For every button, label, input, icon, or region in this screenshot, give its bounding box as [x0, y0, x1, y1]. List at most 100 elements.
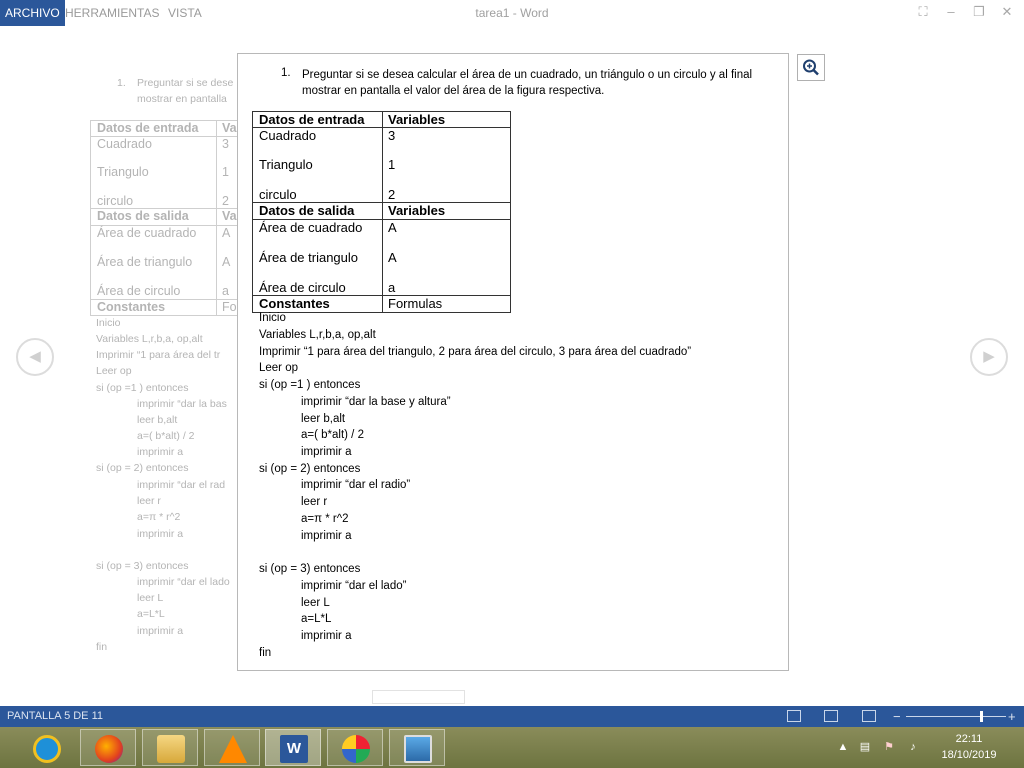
menu-archivo[interactable]: ARCHIVO	[0, 0, 65, 26]
folder-icon	[157, 735, 185, 763]
print-layout-icon[interactable]	[824, 710, 838, 722]
bg-algo-0: Inicio	[96, 317, 121, 329]
algo-line-7: a=( b*alt) / 2	[301, 429, 364, 441]
input-circulo: circulo	[259, 187, 297, 202]
bg-algo-15: imprimir “dar el lado	[137, 576, 230, 588]
paint-app[interactable]	[327, 729, 383, 766]
zoom-out-button[interactable]: −	[893, 706, 901, 727]
bg-algo-4: si (op =1 ) entonces	[96, 382, 189, 394]
close-button[interactable]: ✕	[997, 3, 1017, 21]
internet-explorer-app[interactable]	[18, 729, 74, 766]
bg-question-number: 1.	[117, 77, 126, 89]
page-indicator: PANTALLA 5 DE 11	[7, 710, 103, 722]
bg-question-line2: mostrar en pantalla	[137, 93, 227, 105]
formulas-header: Formulas	[388, 296, 443, 311]
firefox-app[interactable]	[80, 729, 136, 766]
bg-area-cuadrado: Área de cuadrado	[97, 226, 197, 240]
algo-line-5: imprimir “dar la base y altura”	[301, 396, 451, 408]
fullscreen-icon[interactable]: ⛶	[913, 3, 933, 21]
previous-page-arrow-icon[interactable]: ◀	[16, 338, 54, 376]
bg-cuadrado-val: 3	[222, 137, 229, 151]
output-area-cuadrado: Área de cuadrado	[259, 220, 363, 235]
word-app[interactable]: W	[265, 729, 321, 766]
question-text: Preguntar si se desea calcular el área d…	[302, 67, 782, 99]
bg-algo-13: imprimir a	[137, 528, 184, 540]
clock-time: 22:11	[955, 733, 983, 745]
bg-var-header-2: Va	[222, 209, 237, 223]
bg-constants-header: Constantes	[97, 300, 166, 314]
bg-algo-6: leer b,alt	[137, 414, 178, 426]
algo-line-13: imprimir a	[301, 530, 352, 542]
bg-algo-3: Leer op	[96, 365, 132, 377]
bg-algo-11: leer r	[137, 495, 161, 507]
bg-algo-5: imprimir “dar la bas	[137, 398, 227, 410]
photo-viewer-icon	[404, 735, 432, 763]
firefox-icon	[95, 735, 123, 763]
file-explorer-app[interactable]	[142, 729, 198, 766]
algo-line-3: Leer op	[259, 362, 299, 374]
constants-header: Constantes	[259, 296, 330, 311]
bg-algo-18: imprimir a	[137, 625, 184, 637]
algo-line-4: si (op =1 ) entonces	[259, 379, 361, 391]
question-number: 1.	[281, 67, 291, 79]
bg-area-triangulo-val: A	[222, 255, 231, 269]
zoom-in-status-button[interactable]: +	[1008, 706, 1016, 727]
bg-algo-9: si (op = 2) entonces	[96, 462, 189, 474]
input-circulo-value: 2	[388, 187, 396, 202]
variables-header: Variables	[388, 112, 446, 127]
bg-algo-8: imprimir a	[137, 446, 184, 458]
show-hidden-icons-chevron-icon[interactable]: ▲	[836, 740, 850, 754]
bg-output-header: Datos de salida	[97, 209, 189, 223]
photos-app[interactable]	[389, 729, 445, 766]
bg-cuadrado: Cuadrado	[97, 137, 152, 151]
bg-circulo-val: 2	[222, 194, 229, 208]
menu-vista[interactable]: VISTA	[163, 0, 207, 26]
bg-algo-14: si (op = 3) entonces	[96, 560, 189, 572]
bg-triangulo: Triangulo	[97, 165, 149, 179]
data-table: Datos de entrada Variables Cuadrado 3 Tr…	[252, 111, 511, 313]
output-area-circulo-value: a	[388, 280, 396, 295]
vlc-cone-icon	[219, 735, 247, 763]
minimize-button[interactable]: –	[941, 3, 961, 21]
algo-line-9: si (op = 2) entonces	[259, 463, 361, 475]
zoom-slider[interactable]	[906, 716, 1006, 717]
algo-line-10: imprimir “dar el radio”	[301, 479, 411, 491]
bg-var-header: Va	[222, 121, 237, 135]
page-thumbnail[interactable]	[372, 690, 465, 704]
restore-button[interactable]: ❐	[969, 3, 989, 21]
menu-herramientas[interactable]: HERRAMIENTAS	[60, 0, 164, 26]
bg-input-header: Datos de entrada	[97, 121, 199, 135]
read-mode-icon[interactable]	[787, 710, 801, 722]
algo-line-19: fin	[259, 647, 272, 659]
zoom-slider-thumb[interactable]	[980, 711, 983, 722]
algo-line-18: imprimir a	[301, 630, 352, 642]
next-page-arrow-icon[interactable]: ▶	[970, 338, 1008, 376]
algo-line-1: Variables L,r,b,a, op,alt	[259, 329, 376, 341]
bg-area-circulo: Área de circulo	[97, 284, 181, 298]
zoom-in-button[interactable]	[797, 54, 825, 81]
input-cuadrado-value: 3	[388, 128, 396, 143]
taskbar: W ▲ ▤ ⚑ ♪ 22:11 18/10/2019	[0, 727, 1024, 768]
bg-table: Datos de entrada Va Cuadrado 3 Triangulo…	[90, 120, 250, 316]
bg-area-cuadrado-val: A	[222, 226, 231, 240]
bg-algo-16: leer L	[137, 592, 164, 604]
volume-icon[interactable]: ♪	[906, 740, 920, 754]
question-line-2: mostrar en pantalla el valor del área de…	[302, 85, 605, 97]
input-triangulo: Triangulo	[259, 157, 313, 172]
bg-question-line1: Preguntar si se dese	[137, 77, 234, 89]
bg-algo-19: fin	[96, 641, 108, 653]
vlc-app[interactable]	[204, 729, 260, 766]
output-header: Datos de salida	[259, 203, 355, 218]
action-center-flag-icon[interactable]: ⚑	[882, 740, 896, 754]
internet-explorer-icon	[33, 735, 61, 763]
network-icon[interactable]: ▤	[858, 740, 872, 754]
algo-line-16: leer L	[301, 597, 330, 609]
clock[interactable]: 22:11 18/10/2019	[930, 731, 1008, 763]
bg-algo-1: Variables L,r,b,a, op,alt	[96, 333, 203, 345]
bg-circulo: circulo	[97, 194, 134, 208]
bg-triangulo-val: 1	[222, 165, 229, 179]
output-area-triangulo-value: A	[388, 250, 397, 265]
algo-line-2: Imprimir “1 para área del triangulo, 2 p…	[259, 346, 692, 358]
algo-line-11: leer r	[301, 496, 328, 508]
web-layout-icon[interactable]	[862, 710, 876, 722]
